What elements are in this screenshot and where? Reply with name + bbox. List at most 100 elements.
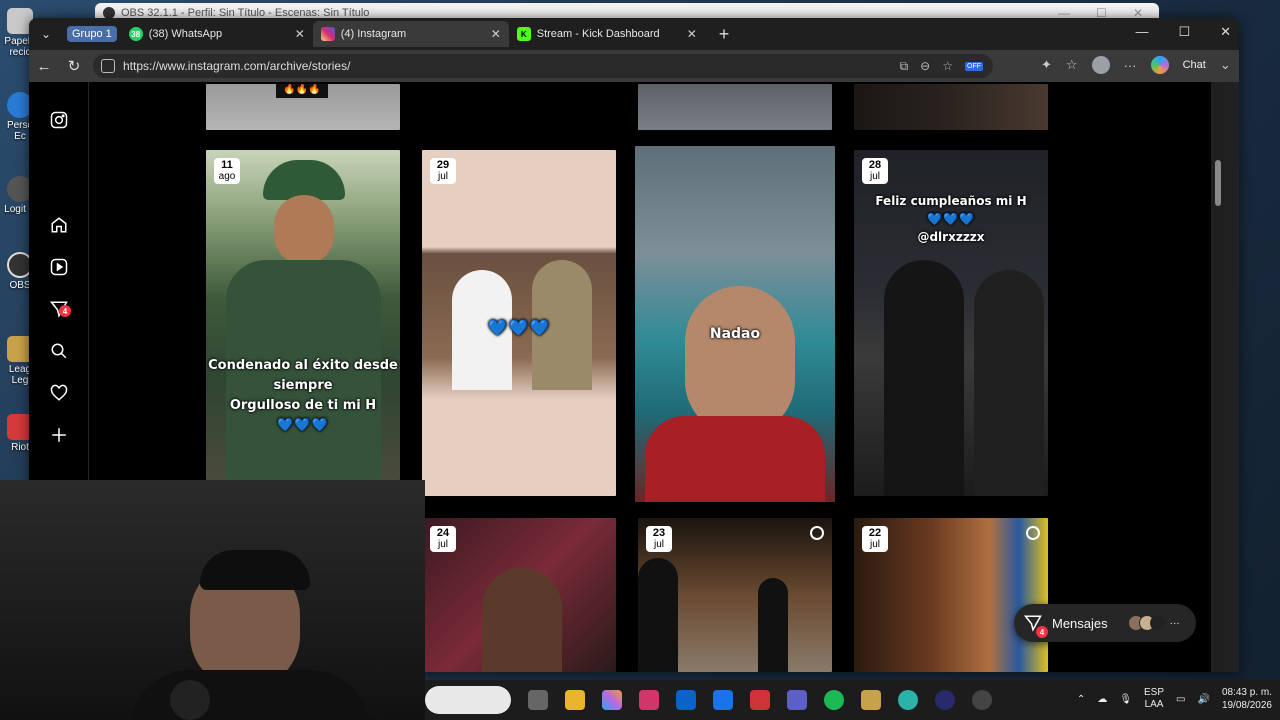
address-toolbar: ← ↻ https://www.instagram.com/archive/st… <box>29 50 1239 82</box>
story-thumbnail[interactable]: 29 jul 💙💙💙 <box>422 150 616 496</box>
back-button[interactable]: ← <box>29 58 59 75</box>
story-day: 23 <box>652 527 666 539</box>
clock[interactable]: 08:43 p. m. 19/08/2026 <box>1222 686 1272 712</box>
teams-icon[interactable] <box>787 690 807 710</box>
system-tray: ⌃ ☁ 🎙 ESP LAA ▭ 🔊 08:43 p. m. 19/08/2026 <box>1077 686 1272 712</box>
tab-kick[interactable]: K Stream - Kick Dashboard ✕ <box>509 21 705 47</box>
clock-time: 08:43 p. m. <box>1221 687 1272 698</box>
zoom-icon[interactable]: ⊖ <box>920 59 930 73</box>
story-thumbnail[interactable]: 23 jul <box>638 518 832 672</box>
messages-badge: 4 <box>59 305 71 317</box>
story-thumbnail[interactable]: 22 jul <box>854 518 1048 672</box>
messages-badge: 4 <box>1036 626 1048 638</box>
app-icon[interactable] <box>639 690 659 710</box>
instagram-logo-icon[interactable] <box>49 110 69 130</box>
story-day: 11 <box>221 159 233 171</box>
story-thumbnail[interactable]: 🔥🔥🔥 <box>206 84 400 130</box>
lang-code: ESP <box>1144 687 1165 698</box>
story-thumbnail[interactable]: 28 jul Feliz cumpleaños mi H 💙💙💙 @dlrxzzz… <box>854 150 1048 496</box>
onedrive-icon[interactable]: ☁ <box>1097 694 1107 705</box>
extensions-icon[interactable]: ✦ <box>1041 57 1052 73</box>
story-date-chip: 24 jul <box>430 526 456 552</box>
face-shape <box>274 195 334 265</box>
display-icon[interactable]: ▭ <box>1176 694 1185 705</box>
copilot-icon[interactable] <box>1150 56 1169 74</box>
messages-pill-button[interactable]: 4 Mensajes ··· <box>1014 604 1196 642</box>
site-info-icon[interactable] <box>101 59 115 73</box>
close-tab-icon[interactable]: ✕ <box>687 27 697 41</box>
profile-avatar[interactable] <box>1091 56 1110 74</box>
maximize-icon[interactable]: ☐ <box>1178 24 1190 40</box>
heart-icon[interactable] <box>49 383 69 403</box>
chevron-up-icon[interactable]: ⌃ <box>1077 694 1085 705</box>
whatsapp-icon: 38 <box>128 27 143 41</box>
desktop-icon-label: Leag Leg <box>8 364 32 386</box>
obs-taskbar-icon[interactable] <box>935 690 955 710</box>
caption-line: Condenado al éxito desde <box>208 358 398 373</box>
story-thumbnail[interactable] <box>422 84 616 130</box>
volume-icon[interactable]: 🔊 <box>1197 694 1209 705</box>
task-view-icon[interactable] <box>528 690 548 710</box>
desktop-icon-label: Riot <box>11 442 29 453</box>
microphone-shape <box>170 680 210 720</box>
story-thumbnail[interactable]: 11 ago Condenado al éxito desde siempre O… <box>206 150 400 480</box>
extension-off-badge[interactable]: OFF <box>965 61 983 71</box>
cap-shape <box>263 160 345 200</box>
address-bar-actions: ⧉ ⊖ ☆ OFF <box>900 59 983 74</box>
close-tab-icon[interactable]: ✕ <box>491 27 501 41</box>
taskbar-search-box[interactable] <box>425 686 511 714</box>
story-thumbnail[interactable] <box>854 84 1048 130</box>
story-caption: Feliz cumpleaños mi H 💙💙💙 @dlrxzzzx <box>854 192 1048 246</box>
close-tab-icon[interactable]: ✕ <box>295 27 305 41</box>
riot-client-icon[interactable] <box>750 690 770 710</box>
hearts-emoji: 💙💙💙 <box>277 418 329 433</box>
tab-actions-menu[interactable]: ⌄ <box>33 22 59 46</box>
create-plus-icon[interactable] <box>49 425 69 445</box>
story-month: jul <box>437 539 448 550</box>
story-thumbnail[interactable]: 24 jul <box>422 518 616 672</box>
outlook-icon[interactable] <box>676 690 696 710</box>
reels-icon[interactable] <box>49 257 69 277</box>
tab-instagram[interactable]: (4) Instagram ✕ <box>312 21 509 47</box>
file-explorer-icon[interactable] <box>565 690 585 710</box>
messages-icon[interactable]: 4 <box>49 299 71 319</box>
favorite-star-icon[interactable]: ☆ <box>942 59 953 73</box>
favorites-icon[interactable]: ☆ <box>1066 57 1078 73</box>
more-options-icon[interactable]: ··· <box>1124 58 1137 73</box>
settings-icon[interactable] <box>972 690 992 710</box>
search-icon[interactable] <box>49 341 69 361</box>
chat-button[interactable]: Chat <box>1183 59 1206 71</box>
new-tab-button[interactable]: + <box>719 24 730 45</box>
url-text: https://www.instagram.com/archive/storie… <box>123 59 351 73</box>
story-month: jul <box>653 539 664 550</box>
minimize-icon[interactable]: — <box>1135 24 1148 40</box>
story-day: 29 <box>436 159 450 171</box>
tab-group-label[interactable]: Grupo 1 <box>67 26 117 42</box>
language-indicator[interactable]: ESP LAA <box>1144 687 1164 711</box>
store-icon[interactable] <box>713 690 733 710</box>
person-shape <box>758 578 788 672</box>
story-caption: Nadao <box>709 326 761 342</box>
story-thumbnail[interactable]: Nadao <box>635 146 835 502</box>
recent-chat-avatars: ··· <box>1127 615 1180 631</box>
split-screen-icon[interactable]: ⧉ <box>900 59 909 74</box>
hearts-emoji: 💙💙💙 <box>927 212 975 226</box>
chevron-down-icon[interactable]: ⌄ <box>1220 57 1231 73</box>
messages-label: Mensajes <box>1052 615 1108 631</box>
reload-button[interactable]: ↻ <box>59 57 89 75</box>
instagram-icon <box>320 27 335 41</box>
story-month: jul <box>437 171 448 182</box>
page-scrollbar[interactable] <box>1211 82 1225 672</box>
edge-taskbar-icon[interactable] <box>898 690 918 710</box>
close-window-icon[interactable]: ✕ <box>1220 24 1231 40</box>
tab-whatsapp[interactable]: 38 (38) WhatsApp ✕ <box>121 21 313 47</box>
spotify-icon[interactable] <box>824 690 844 710</box>
story-date-chip: 11 ago <box>214 158 240 184</box>
home-icon[interactable] <box>49 215 69 235</box>
copilot-app-icon[interactable] <box>602 690 622 710</box>
scrollbar-thumb[interactable] <box>1215 160 1221 206</box>
address-bar[interactable]: https://www.instagram.com/archive/storie… <box>93 54 993 78</box>
microphone-icon[interactable]: 🎙 <box>1119 694 1132 705</box>
story-thumbnail[interactable] <box>638 84 832 130</box>
league-icon[interactable] <box>861 690 881 710</box>
